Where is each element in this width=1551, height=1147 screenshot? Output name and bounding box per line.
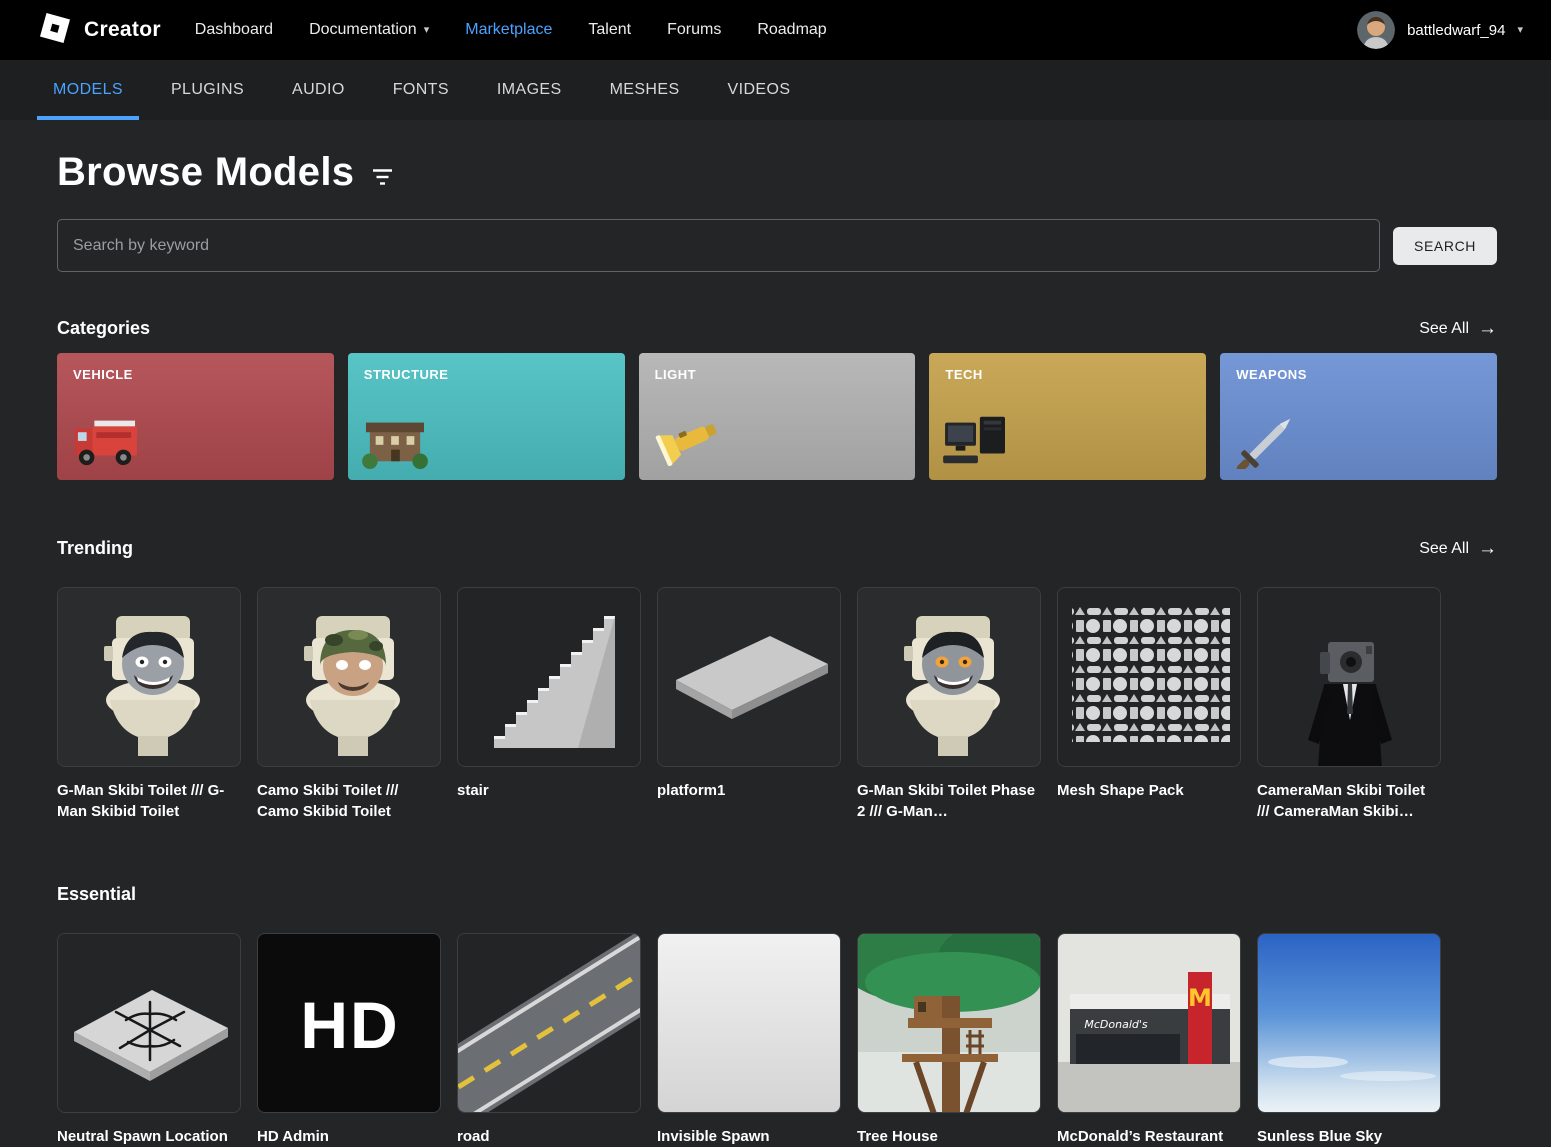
cameraman-skibi-toilet-thumb [1257,587,1441,767]
sword-icon [1230,411,1306,474]
item-card-hd-admin[interactable]: HD HD Admin [257,933,441,1147]
fire-truck-icon [67,409,145,474]
search-button[interactable]: SEARCH [1393,227,1497,265]
item-title: Mesh Shape Pack [1057,780,1241,801]
avatar [1357,11,1395,49]
trending-see-all-link[interactable]: See All → [1419,539,1497,558]
item-card-cameraman-skibi-toilet[interactable]: CameraMan Skibi Toilet /// CameraMan Ski… [1257,587,1441,822]
item-card-mcdonalds[interactable]: McDonald's M McDonald’s Restaurant [1057,933,1241,1147]
item-title: Sunless Blue Sky [1257,1126,1441,1147]
svg-text:M: M [1188,984,1212,1012]
topnav-items: Dashboard Documentation ▾ Marketplace Ta… [195,21,827,39]
trending-cards: G-Man Skibi Toilet /// G-Man Skibid Toil… [57,587,1497,822]
roblox-logo-icon [40,13,70,48]
item-card-invisible-spawn[interactable]: Invisible Spawn [657,933,841,1147]
chevron-down-icon: ▾ [1517,25,1523,36]
road-thumb [457,933,641,1113]
item-title: road [457,1126,641,1147]
category-card-tech[interactable]: TECH [929,353,1206,480]
category-card-structure[interactable]: STRUCTURE [348,353,625,480]
categories-section-title: Categories [57,318,150,339]
item-title: Camo Skibi Toilet /// Camo Skibid Toilet [257,780,441,822]
main-content: Browse Models SEARCH Categories See All … [0,150,1551,1147]
tree-house-thumb [857,933,1041,1113]
computer-icon [939,411,1013,474]
item-title: CameraMan Skibi Toilet /// CameraMan Ski… [1257,780,1441,822]
marketplace-tabbar: MODELS PLUGINS AUDIO FONTS IMAGES MESHES… [0,60,1551,120]
item-title: stair [457,780,641,801]
invisible-spawn-thumb [657,933,841,1113]
nav-item-forums[interactable]: Forums [667,21,721,39]
item-title: platform1 [657,780,841,801]
nav-item-dashboard[interactable]: Dashboard [195,21,273,39]
item-title: G-Man Skibi Toilet Phase 2 /// G-Man… [857,780,1041,822]
svg-text:McDonald's: McDonald's [1084,1018,1148,1031]
item-title: Neutral Spawn Location [57,1126,241,1147]
essential-section-title: Essential [57,884,136,905]
tab-audio[interactable]: AUDIO [276,60,361,120]
chevron-down-icon: ▾ [424,25,430,36]
tab-fonts[interactable]: FONTS [377,60,465,120]
nav-item-marketplace[interactable]: Marketplace [465,21,552,39]
stair-thumb [457,587,641,767]
item-card-camo-skibi-toilet[interactable]: Camo Skibi Toilet /// Camo Skibid Toilet [257,587,441,822]
item-card-neutral-spawn[interactable]: Neutral Spawn Location [57,933,241,1147]
item-card-road[interactable]: road [457,933,641,1147]
filter-icon[interactable] [372,168,393,186]
neutral-spawn-thumb [57,933,241,1113]
category-card-vehicle[interactable]: VEHICLE [57,353,334,480]
item-title: Invisible Spawn [657,1126,841,1147]
category-card-light[interactable]: LIGHT [639,353,916,480]
category-cards: VEHICLE STRUCTURE [57,353,1497,480]
gman-skibi-toilet-phase2-thumb [857,587,1041,767]
gman-skibi-toilet-thumb [57,587,241,767]
arrow-right-icon: → [1478,319,1497,338]
building-icon [358,411,432,474]
nav-item-talent[interactable]: Talent [588,21,631,39]
item-card-stair[interactable]: stair [457,587,641,822]
arrow-right-icon: → [1478,539,1497,558]
search-input[interactable] [57,219,1380,272]
tab-models[interactable]: MODELS [37,60,139,120]
trending-section-title: Trending [57,538,133,559]
nav-item-documentation[interactable]: Documentation ▾ [309,21,429,39]
camo-skibi-toilet-thumb [257,587,441,767]
brand-name: Creator [84,18,161,42]
page-title: Browse Models [57,150,354,195]
platform-thumb [657,587,841,767]
item-card-gman-skibi-toilet-phase2[interactable]: G-Man Skibi Toilet Phase 2 /// G-Man… [857,587,1041,822]
item-card-sunless-blue-sky[interactable]: Sunless Blue Sky [1257,933,1441,1147]
svg-text:HD: HD [300,988,399,1062]
flashlight-icon [649,411,725,474]
categories-see-all-link[interactable]: See All → [1419,319,1497,338]
item-card-platform1[interactable]: platform1 [657,587,841,822]
top-navigation: Creator Dashboard Documentation ▾ Market… [0,0,1551,60]
blue-sky-thumb [1257,933,1441,1113]
tab-plugins[interactable]: PLUGINS [155,60,260,120]
item-card-tree-house[interactable]: Tree House [857,933,1041,1147]
item-title: HD Admin [257,1126,441,1147]
nav-item-roadmap[interactable]: Roadmap [757,21,826,39]
username: battledwarf_94 [1407,22,1505,39]
hd-admin-thumb: HD [257,933,441,1113]
tab-videos[interactable]: VIDEOS [712,60,807,120]
item-title: Tree House [857,1126,1041,1147]
item-card-mesh-shape-pack[interactable]: Mesh Shape Pack [1057,587,1241,822]
category-card-weapons[interactable]: WEAPONS [1220,353,1497,480]
mcdonalds-restaurant-thumb: McDonald's M [1057,933,1241,1113]
mesh-shape-pack-thumb [1057,587,1241,767]
tab-images[interactable]: IMAGES [481,60,578,120]
essential-cards: Neutral Spawn Location HD HD Admin [57,933,1497,1147]
item-card-gman-skibi-toilet[interactable]: G-Man Skibi Toilet /// G-Man Skibid Toil… [57,587,241,822]
item-title: McDonald’s Restaurant [1057,1126,1241,1147]
tab-meshes[interactable]: MESHES [594,60,696,120]
item-title: G-Man Skibi Toilet /// G-Man Skibid Toil… [57,780,241,822]
creator-hub-brand[interactable]: Creator [40,13,161,48]
user-menu[interactable]: battledwarf_94 ▾ [1357,11,1523,49]
